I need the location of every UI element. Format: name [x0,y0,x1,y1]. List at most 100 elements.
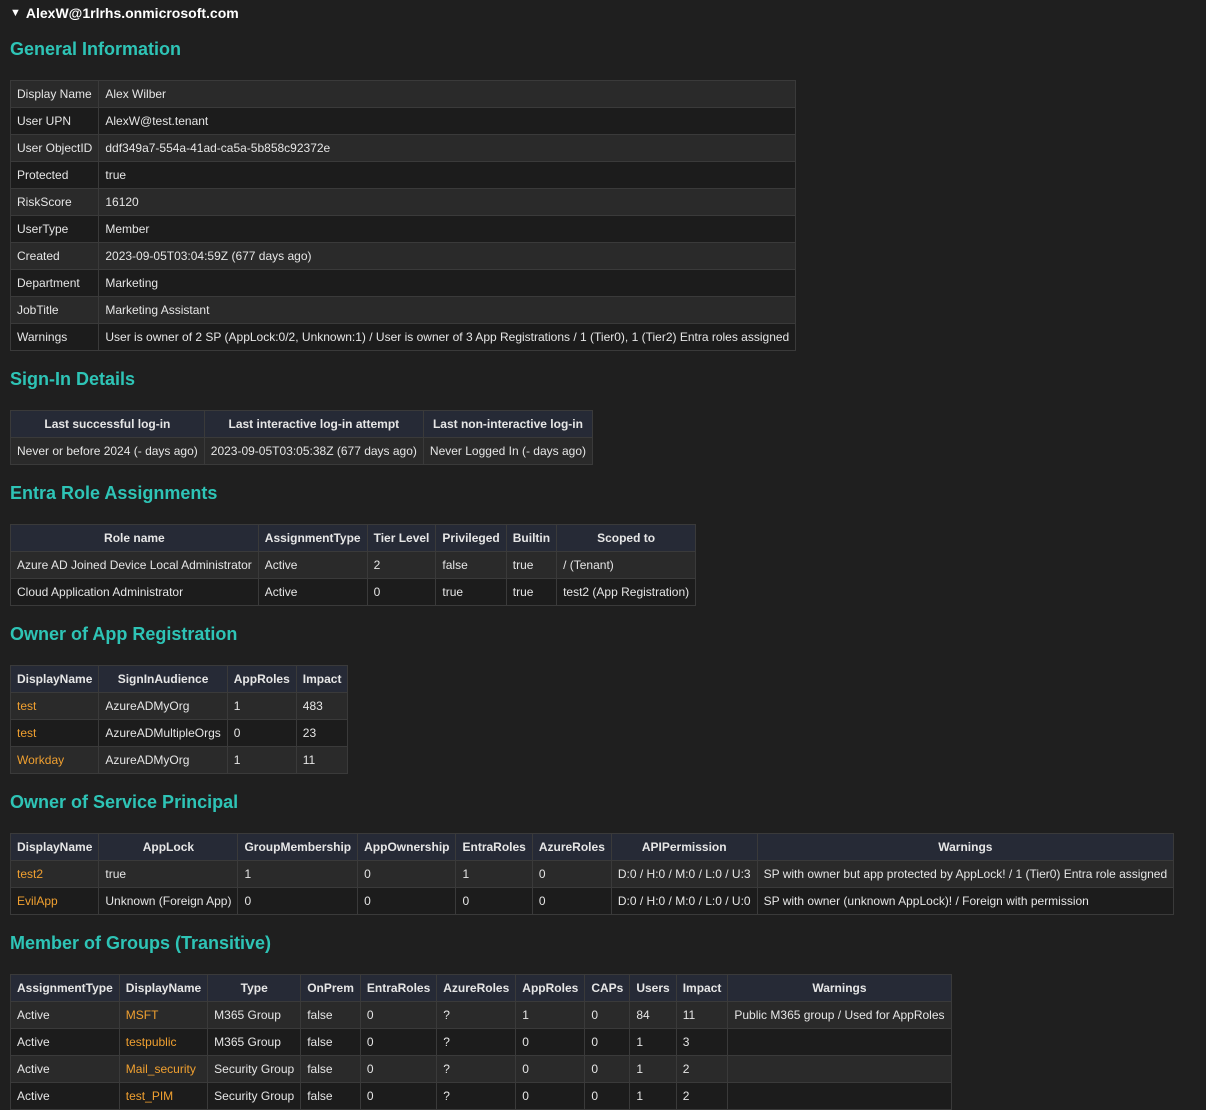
groups-table: AssignmentType DisplayName Type OnPrem Entra… [10,974,952,1110]
table-cell: false [300,1082,361,1110]
table-cell: false [435,551,507,579]
item-link[interactable]: test2 [17,867,43,881]
column-header: Impact [295,665,349,693]
field-value: ddf349a7-554a-41ad-ca5a-5b858c92372e [98,134,797,162]
column-header: Builtin [505,524,558,552]
table-cell: 0 [226,719,297,747]
table-cell [727,1028,952,1056]
app-registration-table: DisplayName SignInAudience AppRoles Impact t… [9,665,349,774]
column-header: AppRoles [515,974,586,1002]
table-cell: test2 (App Registration) [556,578,697,606]
item-link[interactable]: test [17,726,36,740]
table-cell: Cloud Application Administrator [10,578,259,606]
service-principal-table: DisplayName AppLock GroupMembership AppOwne… [9,833,1175,915]
column-header: DisplayName [118,974,209,1002]
table-cell: 483 [295,692,349,720]
table-cell: 1 [237,860,359,888]
table-cell: 0 [359,1055,438,1083]
field-label: JobTitle [9,296,100,324]
table-cell: 0 [515,1028,586,1056]
section-entra: Entra Role Assignments [10,483,218,503]
column-header: Last interactive log-in attempt [203,410,424,438]
header-row: Role name AssignmentType Tier Level Privile… [10,524,697,552]
table-cell: 2 [675,1055,729,1083]
table-cell: 84 [629,1001,677,1029]
table-row: Cloud Application Administrator Active 0 tr… [10,578,697,606]
item-link[interactable]: test [17,699,36,713]
table-cell: 0 [584,1082,631,1110]
column-header: Warnings [756,833,1175,861]
column-header: EntraRoles [359,974,438,1002]
column-header: Scoped to [556,524,697,552]
table-cell: Active [257,578,368,606]
table-row: Active testpublic M365 Group false 0? 0 0 1 3 [10,1028,952,1056]
header-row: AssignmentType DisplayName Type OnPrem Entra… [10,974,952,1002]
field-value: true [98,161,797,189]
item-link[interactable]: Mail_security [126,1062,196,1076]
column-header: AppRoles [226,665,297,693]
table-cell: Azure AD Joined Device Local Administrat… [10,551,259,579]
section-signin: Sign-In Details [10,369,136,389]
field-value: Marketing Assistant [98,296,797,324]
table-cell: 0 [515,1055,586,1083]
column-header: Tier Level [366,524,437,552]
collapse-triangle-icon: ▼ [10,7,21,19]
field-label: User UPN [9,107,100,135]
table-cell [727,1082,952,1110]
user-summary-toggle[interactable]: ▼ AlexW@1rlrhs.onmicrosoft.com [10,5,239,21]
column-header: Users [629,974,677,1002]
table-cell: 2 [675,1082,729,1110]
item-link[interactable]: EvilApp [17,894,58,908]
table-cell: SP with owner (unknown AppLock)! / Forei… [756,887,1175,915]
table-row: test AzureADMyOrg 1 483 [9,692,349,720]
table-cell [727,1055,952,1083]
table-cell: Active [10,1055,120,1083]
table-row: test2 true 1 0 1 0 D:0 / H:0 / M:0 / L:0 / U:3… [9,860,1175,888]
table-cell: 1 [226,746,297,774]
table-cell: M365 Group [207,1001,302,1029]
table-cell: 0 [357,887,457,915]
user-summary-label: AlexW@1rlrhs.onmicrosoft.com [25,5,239,21]
general-info-table: Display Name Alex Wilber User UPN AlexW@tes… [9,80,797,351]
field-label: Department [9,269,100,297]
table-row: JobTitle Marketing Assistant [9,296,797,324]
field-value: User is owner of 2 SP (AppLock:0/2, Unkn… [98,323,797,351]
item-link[interactable]: Workday [17,753,64,767]
table-cell: 1 [226,692,297,720]
table-row: Warnings User is owner of 2 SP (AppLock:0… [9,323,797,351]
table-row: EvilApp Unknown (Foreign App) 0 0 0 0 D:0 / H:… [9,887,1175,915]
field-value: AlexW@test.tenant [98,107,797,135]
table-cell: EvilApp [9,887,100,915]
column-header: OnPrem [300,974,361,1002]
item-link[interactable]: MSFT [126,1008,159,1022]
table-cell: ? [436,1082,517,1110]
table-cell: 0 [357,860,457,888]
item-link[interactable]: testpublic [126,1035,177,1049]
header-row: Last successful log-in Last interactive l… [10,410,594,438]
column-header: GroupMembership [237,833,359,861]
table-cell: 2 [366,551,437,579]
header-row: DisplayName AppLock GroupMembership AppOwne… [9,833,1175,861]
table-cell: 0 [515,1082,586,1110]
column-header: AssignmentType [10,974,120,1002]
table-row: Display Name Alex Wilber [9,80,797,108]
item-link[interactable]: test_PIM [126,1089,173,1103]
field-label: Created [9,242,100,270]
table-cell: test2 [9,860,100,888]
field-label: Protected [9,161,100,189]
table-cell: SP with owner but app protected by AppLo… [756,860,1175,888]
field-value: 16120 [98,188,797,216]
table-row: Active MSFT M365 Group false 0? 1 0 84 11 Public … [10,1001,952,1029]
table-cell: Security Group [207,1055,302,1083]
table-cell: Workday [9,746,100,774]
table-row: Active test_PIM Security Group false 0? 0 0 1 2 [10,1082,952,1110]
table-row: Never or before 2024 (- days ago) 2023-09… [10,437,594,465]
field-value: Alex Wilber [98,80,797,108]
column-header: DisplayName [9,665,100,693]
table-cell: Active [10,1001,120,1029]
table-cell: M365 Group [207,1028,302,1056]
table-cell: 1 [455,860,533,888]
table-cell: testpublic [118,1028,209,1056]
field-label: User ObjectID [9,134,100,162]
table-row: Created 2023-09-05T03:04:59Z (677 days ag… [9,242,797,270]
